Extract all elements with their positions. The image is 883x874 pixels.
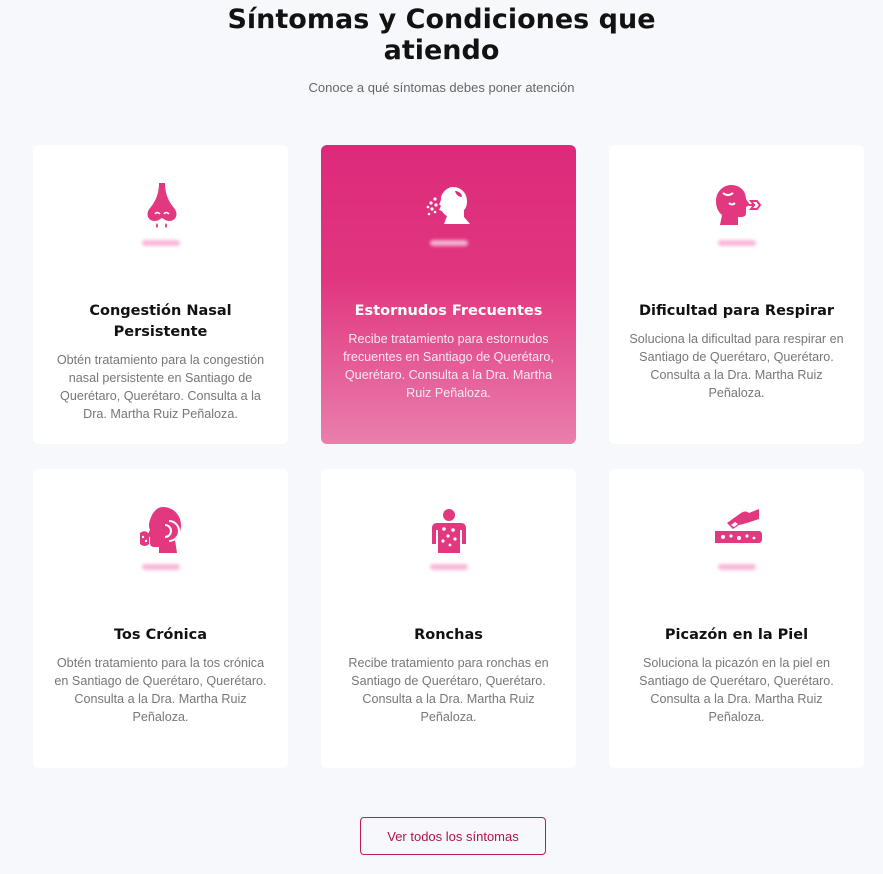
hives-icon bbox=[321, 503, 576, 555]
sneeze-icon bbox=[321, 179, 576, 231]
icon-glow bbox=[717, 240, 756, 246]
card-title: Estornudos Frecuentes bbox=[354, 303, 543, 319]
symptom-card-cough[interactable]: Tos Crónica Obtén tratamiento para la to… bbox=[33, 469, 288, 768]
card-title: Tos Crónica bbox=[113, 627, 208, 643]
icon-glow bbox=[429, 240, 468, 246]
cough-icon bbox=[33, 503, 288, 555]
icon-glow bbox=[429, 564, 468, 570]
card-description: Recibe tratamiento para estornudos frecu… bbox=[343, 332, 554, 400]
section-subtitle: Conoce a qué síntomas debes poner atenci… bbox=[308, 80, 575, 95]
card-title: Picazón en la Piel bbox=[664, 627, 809, 643]
view-all-symptoms-button[interactable]: Ver todos los síntomas bbox=[360, 817, 546, 855]
card-title: Ronchas bbox=[414, 627, 483, 643]
symptom-card-hives[interactable]: Ronchas Recibe tratamiento para ronchas … bbox=[321, 469, 576, 768]
card-title: Dificultad para Respirar bbox=[639, 303, 834, 319]
card-title: Congestión Nasal Persistente bbox=[89, 303, 232, 340]
card-description: Soluciona la dificultad para respirar en… bbox=[629, 332, 844, 400]
symptom-card-breathing[interactable]: Dificultad para Respirar Soluciona la di… bbox=[609, 145, 864, 444]
runny-nose-icon bbox=[33, 179, 288, 231]
symptom-card-sneezing[interactable]: Estornudos Frecuentes Recibe tratamiento… bbox=[321, 145, 576, 444]
section-title-line-2: atiendo bbox=[383, 35, 500, 66]
symptom-card-itching[interactable]: Picazón en la Piel Soluciona la picazón … bbox=[609, 469, 864, 768]
card-description: Obtén tratamiento para la tos crónica en… bbox=[54, 656, 267, 724]
section-title-line-1: Síntomas y Condiciones que bbox=[227, 4, 656, 35]
icon-glow bbox=[717, 564, 756, 570]
itchy-skin-icon bbox=[609, 503, 864, 555]
section-title: Síntomas y Condiciones que atiendo bbox=[0, 4, 883, 66]
icon-glow bbox=[141, 564, 180, 570]
card-description: Soluciona la picazón en la piel en Santi… bbox=[639, 656, 834, 724]
card-description: Recibe tratamiento para ronchas en Santi… bbox=[348, 656, 549, 724]
card-description: Obtén tratamiento para la congestión nas… bbox=[56, 353, 265, 421]
breathing-difficulty-icon bbox=[609, 179, 864, 231]
symptom-card-congestion[interactable]: Congestión Nasal Persistente Obtén trata… bbox=[33, 145, 288, 444]
icon-glow bbox=[141, 240, 180, 246]
